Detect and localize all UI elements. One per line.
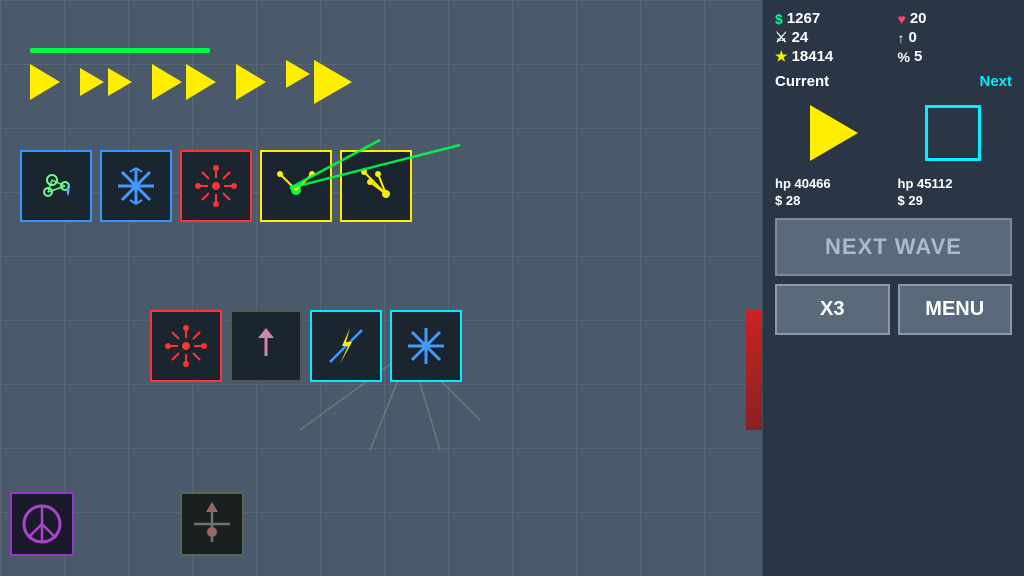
stat-money: $ 1267 [775,10,890,27]
tower-aim[interactable] [340,150,412,222]
tower-connector[interactable] [260,150,332,222]
enemy-triangle-2 [80,68,104,96]
percent-value: 5 [914,48,922,65]
lightning-icon [320,320,372,372]
current-hp: hp 40466 [775,176,890,191]
enemy-row [30,60,352,104]
enemy-triangle-5 [186,64,216,100]
enemy-triangle-6 [236,64,266,100]
tower-row-2 [150,310,462,382]
stat-sword: ⚔ 24 [775,29,890,46]
money-icon: $ [775,11,783,27]
peace-icon [16,498,68,550]
enemy-pair-3 [286,60,352,104]
percent-icon: % [898,49,910,65]
bottom-buttons: X3 MENU [775,284,1012,335]
current-wave-icon [789,98,879,168]
wave-preview [775,98,1012,168]
money-value: 1267 [787,10,820,27]
enemy-pair-2 [152,64,216,100]
crosshair-icon [186,498,238,550]
next-wave-button[interactable]: NEXT WAVE [775,218,1012,276]
enemy-triangle-8 [314,60,352,104]
connector-icon [270,160,322,212]
tower-row-1 [20,150,412,222]
tower-burst-2[interactable] [150,310,222,382]
ice-icon [110,160,162,212]
red-health-bar [746,310,762,430]
menu-button[interactable]: MENU [898,284,1013,335]
tower-empty[interactable] [230,310,302,382]
current-cost: $ 28 [775,193,890,208]
stat-percent: % 5 [898,48,1013,65]
enemy-pair-1 [80,68,132,96]
enemy-triangle-7 [286,60,310,88]
tower-ice-2[interactable] [390,310,462,382]
current-next-header: Current Next [775,73,1012,90]
stat-hearts: ♥ 20 [898,10,1013,27]
enemy-triangle-1 [30,64,60,100]
next-wave-icon [908,98,998,168]
stat-arrow: ↑ 0 [898,29,1013,46]
tower-burst-1[interactable] [180,150,252,222]
water-icon [30,160,82,212]
sword-icon: ⚔ [775,29,788,46]
next-label: Next [979,73,1012,90]
arrow-up-stat-icon: ↑ [898,30,905,46]
current-triangle [810,105,858,161]
tower-arrow-up[interactable] [180,492,244,556]
tower-ice[interactable] [100,150,172,222]
stat-star: ★ 18414 [775,48,890,65]
burst-icon-1 [190,160,242,212]
aim-icon [350,160,402,212]
arrow-value: 0 [909,29,917,46]
hearts-value: 20 [910,10,927,27]
next-cost: $ 29 [898,193,1013,208]
hp-cost-grid: hp 40466 hp 45112 $ 28 $ 29 [775,176,1012,208]
tower-water[interactable] [20,150,92,222]
tower-purple[interactable] [10,492,74,556]
enemy-hp-bar [30,48,210,53]
burst-icon-2 [160,320,212,372]
star-value: 18414 [792,48,834,65]
star-icon: ★ [775,48,788,65]
enemy-triangle-3 [108,68,132,96]
arrow-up-icon [240,320,292,372]
enemy-triangle-4 [152,64,182,100]
heart-icon: ♥ [898,11,906,27]
sword-value: 24 [792,29,809,46]
tower-lightning[interactable] [310,310,382,382]
next-square [925,105,981,161]
ice-icon-2 [400,320,452,372]
next-hp: hp 45112 [898,176,1013,191]
x3-button[interactable]: X3 [775,284,890,335]
stats-grid: $ 1267 ♥ 20 ⚔ 24 ↑ 0 ★ 18414 % 5 [775,10,1012,65]
side-panel: $ 1267 ♥ 20 ⚔ 24 ↑ 0 ★ 18414 % 5 Current… [762,0,1024,576]
game-area [0,0,762,576]
current-label: Current [775,73,829,90]
